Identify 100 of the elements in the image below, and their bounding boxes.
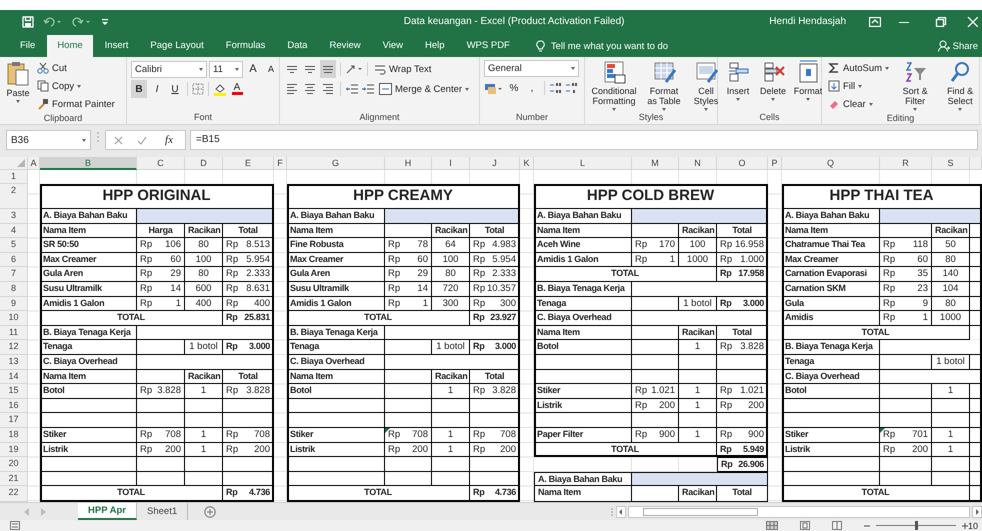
column-header[interactable]: M [632,157,679,170]
column-header[interactable]: S [932,157,970,170]
column-header[interactable]: I [432,157,470,170]
find-select-button[interactable]: Find & Select [939,60,982,112]
check-icon[interactable] [137,136,147,144]
font-color-button[interactable]: A [229,80,245,98]
decrease-decimal-icon[interactable] [565,82,579,94]
row-header[interactable]: 12 [0,340,28,355]
column-header[interactable]: O [717,157,768,170]
delete-button[interactable]: Delete [757,60,789,111]
sort-filter-button[interactable]: Sort & Filter [894,60,936,112]
percent-button[interactable]: % [506,79,522,97]
paste-button[interactable]: Paste [4,60,32,112]
align-button[interactable] [320,60,336,78]
scrollbar-thumb[interactable] [643,508,758,516]
slider-thumb[interactable] [915,521,918,530]
add-sheet-icon[interactable] [204,506,216,518]
increase-font-button[interactable]: A [245,60,261,78]
text-angle-icon[interactable] [345,63,363,75]
copy-button[interactable]: Copy [35,78,117,94]
row-header[interactable]: 11 [0,326,28,340]
row-header[interactable]: 17 [0,413,28,428]
zoom-out-icon[interactable] [864,522,870,528]
page-break-icon[interactable] [832,521,842,530]
row-header[interactable]: 6 [0,252,28,268]
merge-center-button[interactable]: Merge & Center [377,81,472,97]
column-header[interactable]: H [385,157,432,170]
insert-button[interactable]: Insert [722,60,754,111]
row-header[interactable]: 4 [0,224,28,238]
save-icon[interactable] [22,16,34,28]
ribbon-tab[interactable]: View [372,35,414,57]
conditional-formatting-button[interactable]: Conditional Formatting [589,60,639,111]
row-header[interactable]: 18 [0,428,28,442]
ribbon-tab[interactable]: File [10,35,46,57]
autosum-button[interactable]: AutoSum [826,60,892,76]
ribbon-tab[interactable]: Page Layout [140,35,214,57]
row-header[interactable]: 7 [0,267,28,282]
column-header[interactable]: G [287,157,385,170]
italic-button[interactable]: I [149,80,165,98]
sheet-tab[interactable]: HPP Apr [78,503,138,520]
row-header[interactable]: 20 [0,457,28,472]
row-header[interactable]: 9 [0,296,28,312]
column-header[interactable]: L [534,157,632,170]
error-indicator-icon[interactable] [880,428,885,433]
decrease-font-button[interactable]: A [263,60,279,78]
clear-button[interactable]: Clear [826,96,892,112]
ribbon-tab[interactable]: Review [319,35,371,57]
row-header[interactable]: 1 [0,170,28,184]
macro-record-icon[interactable] [10,521,20,530]
zoom-in-icon[interactable] [962,522,968,528]
row-header[interactable]: 19 [0,442,28,458]
column-header[interactable]: F [274,157,287,170]
font-size-field[interactable]: 11 [209,60,243,78]
row-header[interactable]: 16 [0,398,28,414]
row-header[interactable]: 3 [0,209,28,224]
column-header[interactable]: D [185,157,223,170]
column-header[interactable]: N [679,157,717,170]
row-header[interactable]: 21 [0,472,28,486]
bold-button[interactable]: B [131,80,147,98]
format-as-table-button[interactable]: Format as Table [642,60,686,111]
error-indicator-icon[interactable] [385,428,390,433]
number-format-field[interactable]: General [484,60,579,77]
cut-button[interactable]: Cut [35,60,117,76]
fill-button[interactable]: Fill [826,78,892,94]
ribbon-tab[interactable]: Home [47,35,93,57]
row-header[interactable]: 10 [0,311,28,326]
column-header[interactable]: R [880,157,932,170]
ribbon-tab[interactable]: Insert [94,35,138,57]
formula-field[interactable]: =B15 [190,130,978,150]
increase-indent-icon[interactable] [361,83,375,95]
redo-icon[interactable] [72,16,92,28]
ribbon-tab[interactable]: Data [277,35,318,57]
ribbon-display-icon[interactable] [869,16,881,26]
ribbon-tab[interactable]: Formulas [216,35,276,57]
column-header[interactable]: C [137,157,185,170]
name-box[interactable]: B36 [6,130,91,150]
ribbon-tab[interactable]: WPS PDF [456,35,520,57]
row-header[interactable]: 14 [0,370,28,384]
column-header[interactable]: A [28,157,40,170]
borders-icon[interactable] [192,83,204,95]
customize-icon[interactable] [101,16,109,26]
undo-icon[interactable] [43,16,63,28]
share-button[interactable]: Share [932,35,982,57]
ribbon-tab[interactable]: Help [415,35,455,57]
fill-color-icon[interactable] [213,82,227,96]
cell-styles-button[interactable]: Cell Styles [689,60,723,111]
row-header[interactable]: 15 [0,384,28,399]
insert-function-button[interactable]: fx [161,131,177,149]
row-header[interactable]: 5 [0,238,28,253]
currency-icon[interactable] [484,82,504,94]
format-painter-button[interactable]: Format Painter [35,96,117,112]
row-header[interactable]: 8 [0,282,28,297]
format-button[interactable]: Format [792,60,824,111]
page-layout-icon[interactable] [800,521,810,530]
tell-me-search[interactable]: Tell me what you want to do [550,40,668,52]
split-handle-icon[interactable] [610,506,614,516]
decrease-indent-icon[interactable] [345,83,359,95]
font-name-field[interactable]: Calibri [131,60,207,78]
row-header[interactable]: 2 [0,184,28,209]
column-header[interactable]: Q [782,157,880,170]
